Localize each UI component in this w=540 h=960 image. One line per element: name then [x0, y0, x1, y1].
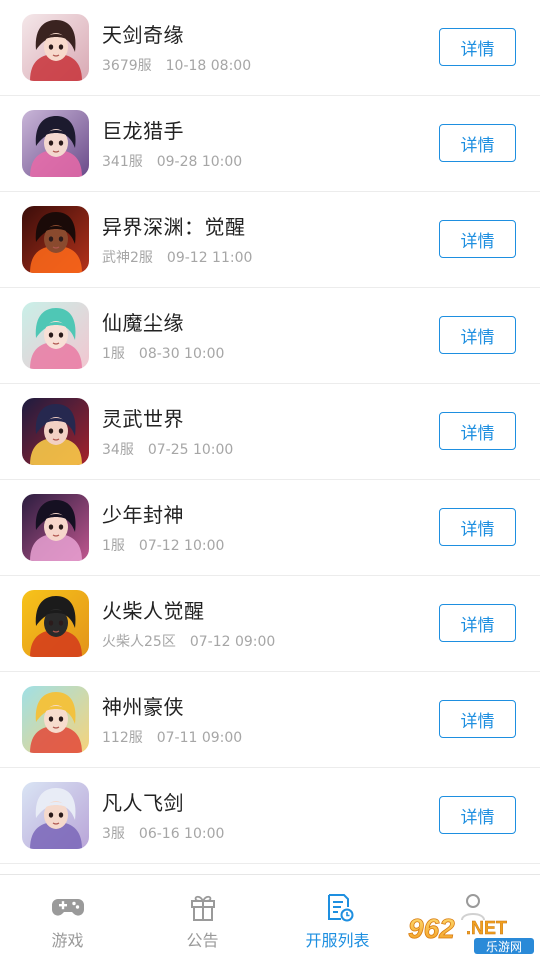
details-button[interactable]: 详情 [439, 796, 516, 834]
list-item[interactable]: 巨龙猎手 341服 09-28 10:00 详情 [0, 96, 540, 192]
game-art [22, 782, 89, 849]
details-button[interactable]: 详情 [439, 700, 516, 738]
game-icon[interactable] [22, 110, 89, 177]
server-info: 341服 09-28 10:00 [102, 151, 242, 171]
server-info: 3服 06-16 10:00 [102, 823, 224, 843]
server-list-icon [327, 894, 353, 922]
game-art [22, 110, 89, 177]
game-art [22, 590, 89, 657]
game-icon[interactable] [22, 302, 89, 369]
game-title: 仙魔尘缘 [102, 311, 184, 335]
server-name: 1服 [102, 346, 125, 362]
details-button[interactable]: 详情 [439, 124, 516, 162]
game-icon[interactable] [22, 686, 89, 753]
open-time: 06-16 10:00 [138, 826, 225, 842]
open-time: 09-28 10:00 [156, 154, 243, 170]
list-item[interactable]: 仙魔尘缘 1服 08-30 10:00 详情 [0, 288, 540, 384]
svg-text:.NET: .NET [466, 918, 507, 938]
game-icon[interactable] [22, 494, 89, 561]
game-icon[interactable] [22, 590, 89, 657]
site-watermark-logo: 962 .NET 乐游网 [402, 912, 538, 954]
game-art [22, 398, 89, 465]
list-item[interactable]: 凡人飞剑 3服 06-16 10:00 详情 [0, 768, 540, 864]
server-name: 112服 [102, 730, 143, 746]
game-title: 灵武世界 [102, 407, 184, 431]
server-info: 1服 08-30 10:00 [102, 343, 224, 363]
server-info: 3679服 10-18 08:00 [102, 55, 251, 75]
details-button[interactable]: 详情 [439, 316, 516, 354]
game-title: 凡人飞剑 [102, 791, 184, 815]
server-name: 341服 [102, 154, 143, 170]
list-item[interactable]: 异界深渊：觉醒 武神2服 09-12 11:00 详情 [0, 192, 540, 288]
list-item[interactable]: 神州豪侠 112服 07-11 09:00 详情 [0, 672, 540, 768]
game-title: 天剑奇缘 [102, 23, 184, 47]
game-art [22, 302, 89, 369]
game-title: 火柴人觉醒 [102, 599, 205, 623]
svg-text:乐游网: 乐游网 [486, 940, 522, 954]
open-time: 09-12 11:00 [166, 250, 253, 266]
game-title: 少年封神 [102, 503, 184, 527]
tab-server-list-label: 开服列表 [305, 931, 370, 950]
game-icon[interactable] [22, 14, 89, 81]
open-time: 08-30 10:00 [138, 346, 225, 362]
list-item[interactable]: 少年封神 1服 07-12 10:00 详情 [0, 480, 540, 576]
server-info: 112服 07-11 09:00 [102, 727, 242, 747]
server-info: 1服 07-12 10:00 [102, 535, 224, 555]
server-list: 天剑奇缘 3679服 10-18 08:00 详情 巨龙猎手 341服 09-28 … [0, 0, 540, 864]
tab-announcements-label: 公告 [186, 931, 219, 950]
game-title: 异界深渊：觉醒 [102, 215, 246, 239]
server-info: 火柴人25区 07-12 09:00 [102, 631, 275, 651]
gift-icon [190, 895, 215, 921]
details-button[interactable]: 详情 [439, 508, 516, 546]
details-button[interactable]: 详情 [439, 412, 516, 450]
details-button[interactable]: 详情 [439, 604, 516, 642]
server-name: 3679服 [102, 58, 152, 74]
details-button[interactable]: 详情 [439, 220, 516, 258]
open-time: 07-12 09:00 [189, 634, 276, 650]
tab-server-list[interactable]: 开服列表 [270, 875, 405, 960]
game-art [22, 494, 89, 561]
server-name: 3服 [102, 826, 125, 842]
list-item[interactable]: 火柴人觉醒 火柴人25区 07-12 09:00 详情 [0, 576, 540, 672]
open-time: 07-25 10:00 [147, 442, 234, 458]
server-name: 火柴人25区 [102, 634, 176, 650]
list-item[interactable]: 天剑奇缘 3679服 10-18 08:00 详情 [0, 0, 540, 96]
game-icon[interactable] [22, 206, 89, 273]
game-art [22, 14, 89, 81]
server-name: 34服 [102, 442, 134, 458]
tab-games[interactable]: 游戏 [0, 875, 135, 960]
svg-text:962: 962 [408, 913, 455, 944]
list-item[interactable]: 灵武世界 34服 07-25 10:00 详情 [0, 384, 540, 480]
server-name: 1服 [102, 538, 125, 554]
game-title: 神州豪侠 [102, 695, 184, 719]
open-time: 10-18 08:00 [165, 58, 252, 74]
open-time: 07-11 09:00 [156, 730, 243, 746]
server-info: 34服 07-25 10:00 [102, 439, 233, 459]
server-info: 武神2服 09-12 11:00 [102, 247, 252, 267]
game-art [22, 206, 89, 273]
tab-announcements[interactable]: 公告 [135, 875, 270, 960]
server-name: 武神2服 [102, 250, 153, 266]
game-art [22, 686, 89, 753]
game-icon[interactable] [22, 398, 89, 465]
gamepad-icon [51, 899, 84, 916]
open-time: 07-12 10:00 [138, 538, 225, 554]
details-button[interactable]: 详情 [439, 28, 516, 66]
game-title: 巨龙猎手 [102, 119, 184, 143]
game-icon[interactable] [22, 782, 89, 849]
tab-games-label: 游戏 [51, 931, 84, 950]
